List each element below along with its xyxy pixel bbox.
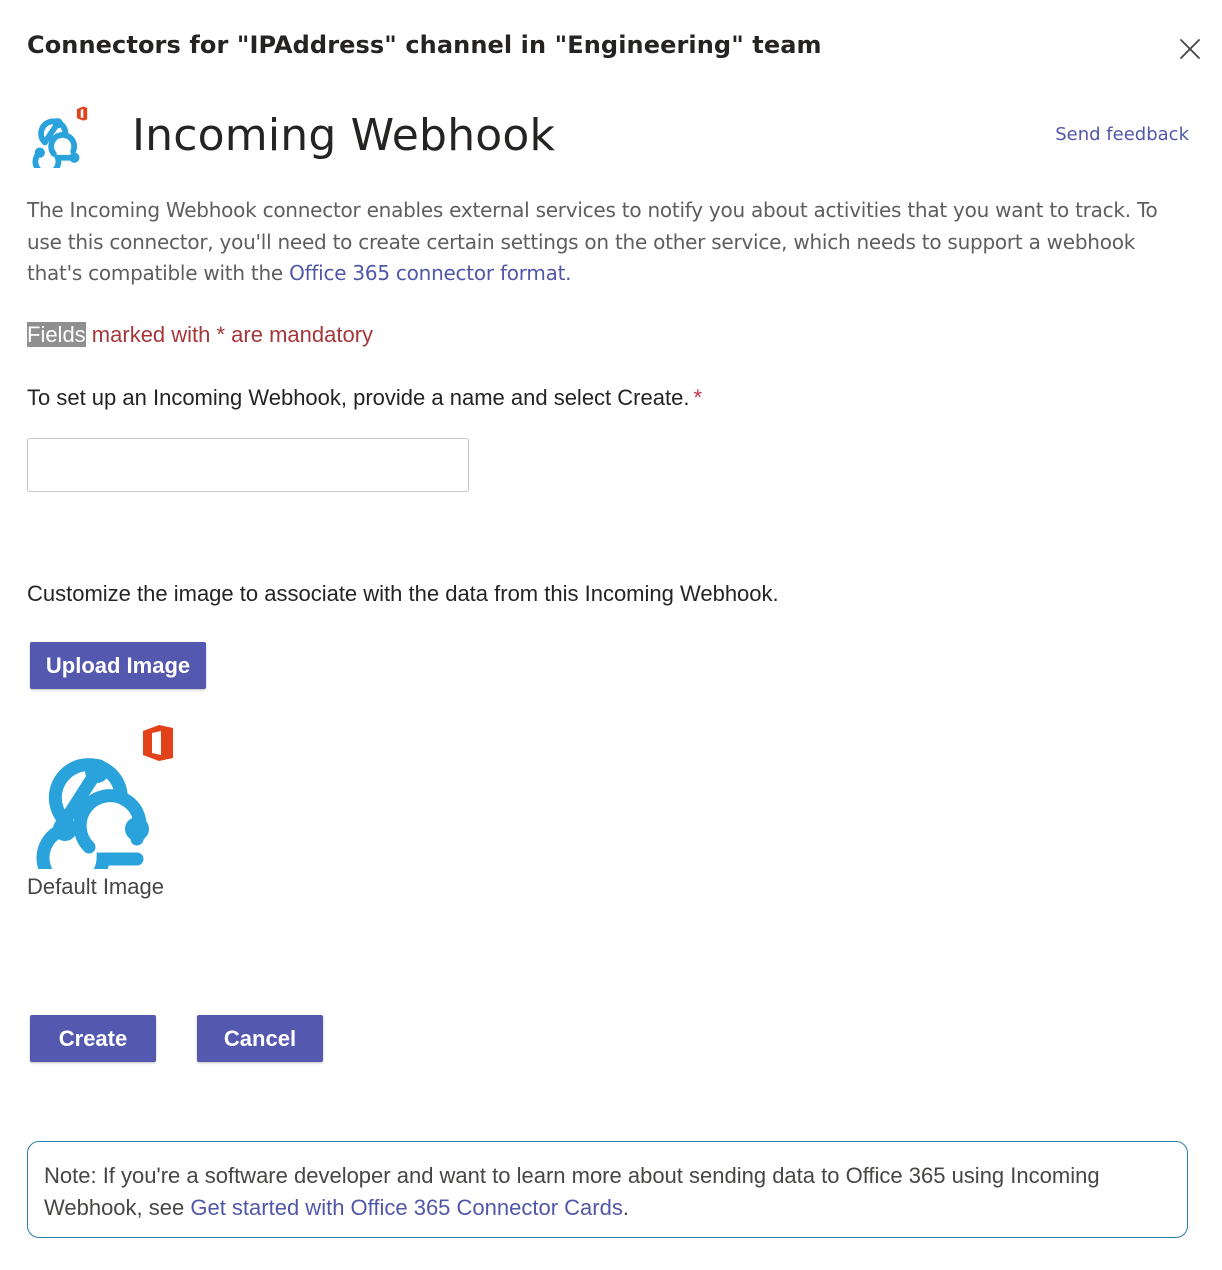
close-button[interactable] <box>1176 35 1204 63</box>
cancel-button[interactable]: Cancel <box>197 1015 323 1062</box>
send-feedback-link[interactable]: Send feedback <box>1055 124 1189 145</box>
mandatory-rest: marked with * are mandatory <box>85 322 374 347</box>
connector-header: Incoming Webhook Send feedback <box>27 104 1189 168</box>
mandatory-highlight: Fields <box>27 322 86 347</box>
developer-note: Note: If you're a software developer and… <box>27 1141 1188 1238</box>
dialog-title: Connectors for "IPAddress" channel in "E… <box>27 31 822 59</box>
connector-format-link[interactable]: Office 365 connector format. <box>289 261 571 285</box>
mandatory-note: Fields marked with * are mandatory <box>27 322 373 348</box>
upload-image-button[interactable]: Upload Image <box>30 642 206 689</box>
default-image-caption: Default Image <box>27 874 164 899</box>
webhook-name-label-text: To set up an Incoming Webhook, provide a… <box>27 385 690 410</box>
connector-name: Incoming Webhook <box>132 110 556 161</box>
webhook-office-icon <box>32 106 88 168</box>
developer-note-suffix: . <box>622 1195 629 1220</box>
create-button[interactable]: Create <box>30 1015 156 1062</box>
customize-image-label: Customize the image to associate with th… <box>27 581 779 606</box>
default-webhook-image <box>36 725 173 869</box>
webhook-name-label: To set up an Incoming Webhook, provide a… <box>27 385 702 411</box>
connector-cards-link[interactable]: Get started with Office 365 Connector Ca… <box>190 1195 622 1220</box>
connector-description: The Incoming Webhook connector enables e… <box>27 195 1195 290</box>
webhook-name-input[interactable] <box>27 438 469 492</box>
required-marker: * <box>693 385 702 410</box>
connector-dialog: Connectors for "IPAddress" channel in "E… <box>0 0 1222 1270</box>
description-text: The Incoming Webhook connector enables e… <box>27 198 1158 285</box>
close-icon <box>1180 39 1200 59</box>
